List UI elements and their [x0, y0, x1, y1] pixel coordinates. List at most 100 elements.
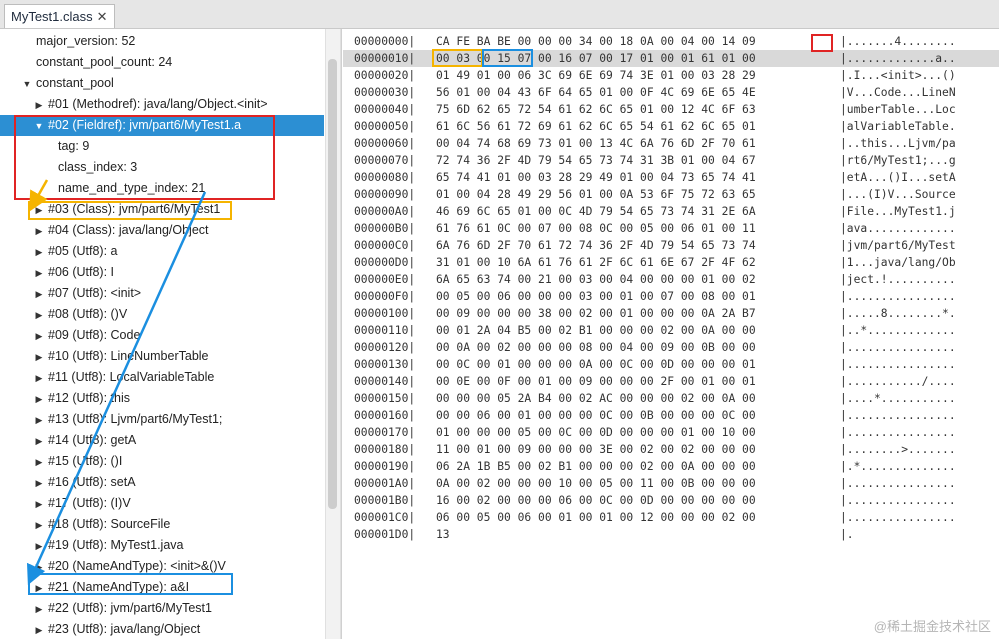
hex-address: 000000E0|	[354, 273, 416, 286]
hex-ascii: |................	[840, 358, 956, 371]
tree-node[interactable]: ▼ #02 (Fieldref): jvm/part6/MyTest1.a	[0, 115, 324, 136]
tree-node[interactable]: ▶ #23 (Utf8): java/lang/Object	[0, 619, 324, 639]
collapsed-arrow-icon[interactable]: ▶	[34, 599, 44, 620]
tree-node[interactable]: constant_pool_count: 24	[0, 52, 324, 73]
hex-row: 00000070| 72 74 36 2F 4D 79 54 65 73 74 3…	[343, 152, 999, 169]
tab-mytest1-class[interactable]: MyTest1.class ✕	[4, 4, 115, 28]
tree-node-label: constant_pool_count: 24	[36, 55, 173, 69]
hex-row: 00000060| 00 04 74 68 69 73 01 00 13 4C 6…	[343, 135, 999, 152]
collapsed-arrow-icon[interactable]: ▶	[34, 326, 44, 347]
hex-row: 00000020| 01 49 01 00 06 3C 69 6E 69 74 3…	[343, 67, 999, 84]
expanded-arrow-icon[interactable]: ▼	[22, 74, 32, 95]
collapsed-arrow-icon[interactable]: ▶	[34, 452, 44, 473]
tree-node[interactable]: ▶ #08 (Utf8): ()V	[0, 304, 324, 325]
collapsed-arrow-icon[interactable]: ▶	[34, 200, 44, 221]
collapsed-arrow-icon[interactable]: ▶	[34, 368, 44, 389]
tree-node[interactable]: ▶ #15 (Utf8): ()I	[0, 451, 324, 472]
collapsed-arrow-icon[interactable]: ▶	[34, 515, 44, 536]
tree-node[interactable]: ▶ #10 (Utf8): LineNumberTable	[0, 346, 324, 367]
hex-address: 000001D0|	[354, 528, 416, 541]
hex-address: 00000050|	[354, 120, 416, 133]
tree-node[interactable]: ▶ #09 (Utf8): Code	[0, 325, 324, 346]
collapsed-arrow-icon[interactable]: ▶	[34, 536, 44, 557]
hex-ascii: |.............a..	[840, 52, 956, 65]
hex-ascii: |alVariableTable.	[840, 120, 956, 133]
tree-node[interactable]: ▶ #06 (Utf8): I	[0, 262, 324, 283]
hex-address: 00000090|	[354, 188, 416, 201]
collapsed-arrow-icon[interactable]: ▶	[34, 494, 44, 515]
tree-node[interactable]: ▶ #13 (Utf8): Ljvm/part6/MyTest1;	[0, 409, 324, 430]
hex-ascii: |etA...()I...setA	[840, 171, 956, 184]
hex-bytes: 06 00 05 00 06 00 01 00 01 00 12 00 00 0…	[436, 511, 756, 524]
hex-bytes: 01 00 00 00 05 00 0C 00 0D 00 00 00 01 0…	[436, 426, 756, 439]
tree-node[interactable]: ▶ #07 (Utf8): <init>	[0, 283, 324, 304]
tree-node[interactable]: ▶ #11 (Utf8): LocalVariableTable	[0, 367, 324, 388]
hex-address: 000001A0|	[354, 477, 416, 490]
hex-ascii: |.I...<init>...()	[840, 69, 956, 82]
tree-node[interactable]: ▶ #04 (Class): java/lang/Object	[0, 220, 324, 241]
collapsed-arrow-icon[interactable]: ▶	[34, 431, 44, 452]
hex-row: 00000180| 11 00 01 00 09 00 00 00 3E 00 0…	[343, 441, 999, 458]
tree-node[interactable]: ▶ #12 (Utf8): this	[0, 388, 324, 409]
collapsed-arrow-icon[interactable]: ▶	[34, 620, 44, 639]
tree-node-label: #09 (Utf8): Code	[48, 328, 141, 342]
tree-scrollbar[interactable]	[325, 29, 341, 639]
collapsed-arrow-icon[interactable]: ▶	[34, 410, 44, 431]
hex-bytes: 00 00 06 00 01 00 00 00 0C 00 0B 00 00 0…	[436, 409, 756, 422]
hex-address: 00000010|	[354, 52, 416, 65]
hex-address: 00000160|	[354, 409, 416, 422]
tree-node[interactable]: ▶ #22 (Utf8): jvm/part6/MyTest1	[0, 598, 324, 619]
collapsed-arrow-icon[interactable]: ▶	[34, 578, 44, 599]
tree-node[interactable]: ▶ #14 (Utf8): getA	[0, 430, 324, 451]
tree-node[interactable]: ▶ #19 (Utf8): MyTest1.java	[0, 535, 324, 556]
tree-node[interactable]: ▶ #01 (Methodref): java/lang/Object.<init…	[0, 94, 324, 115]
hex-bytes: 61 6C 56 61 72 69 61 62 6C 65 54 61 62 6…	[436, 120, 756, 133]
tree-node[interactable]: ▶ #16 (Utf8): setA	[0, 472, 324, 493]
tree-node[interactable]: ▶ #05 (Utf8): a	[0, 241, 324, 262]
collapsed-arrow-icon[interactable]: ▶	[34, 221, 44, 242]
collapsed-arrow-icon[interactable]: ▶	[34, 389, 44, 410]
hex-row: 00000120| 00 0A 00 02 00 00 00 08 00 04 0…	[343, 339, 999, 356]
hex-address: 00000110|	[354, 324, 416, 337]
hex-address: 00000180|	[354, 443, 416, 456]
tree-node[interactable]: ▶ #20 (NameAndType): <init>&()V	[0, 556, 324, 577]
tree-node-label: #17 (Utf8): (I)V	[48, 496, 131, 510]
tree-node[interactable]: ▶ #17 (Utf8): (I)V	[0, 493, 324, 514]
collapsed-arrow-icon[interactable]: ▶	[34, 305, 44, 326]
watermark: @稀土掘金技术社区	[873, 619, 991, 634]
tree-node[interactable]: tag: 9	[0, 136, 324, 157]
collapsed-arrow-icon[interactable]: ▶	[34, 473, 44, 494]
split-divider[interactable]	[341, 29, 342, 639]
hex-ascii: |................	[840, 409, 956, 422]
hex-row: 00000160| 00 00 06 00 01 00 00 00 0C 00 0…	[343, 407, 999, 424]
collapsed-arrow-icon[interactable]: ▶	[34, 95, 44, 116]
collapsed-arrow-icon[interactable]: ▶	[34, 284, 44, 305]
hex-bytes: CA FE BA BE 00 00 00 34 00 18 0A 00 04 0…	[436, 35, 756, 48]
hex-ascii: |.	[840, 528, 854, 541]
collapsed-arrow-icon[interactable]: ▶	[34, 242, 44, 263]
hex-ascii: |................	[840, 477, 956, 490]
hex-row: 000000A0| 46 69 6C 65 01 00 0C 4D 79 54 6…	[343, 203, 999, 220]
collapsed-arrow-icon[interactable]: ▶	[34, 557, 44, 578]
tree-node[interactable]: name_and_type_index: 21	[0, 178, 324, 199]
hex-address: 000000A0|	[354, 205, 416, 218]
tree-node[interactable]: major_version: 52	[0, 31, 324, 52]
hex-address: 00000130|	[354, 358, 416, 371]
tree-node-label: #16 (Utf8): setA	[48, 475, 136, 489]
hex-row: 000001C0| 06 00 05 00 06 00 01 00 01 00 1…	[343, 509, 999, 526]
scrollbar-thumb[interactable]	[328, 59, 337, 509]
hex-ascii: |..*.............	[840, 324, 956, 337]
tree-node[interactable]: ▶ #18 (Utf8): SourceFile	[0, 514, 324, 535]
expanded-arrow-icon[interactable]: ▼	[34, 116, 44, 137]
tree-node[interactable]: ▼ constant_pool	[0, 73, 324, 94]
collapsed-arrow-icon[interactable]: ▶	[34, 263, 44, 284]
tree-node[interactable]: ▶ #03 (Class): jvm/part6/MyTest1	[0, 199, 324, 220]
tree-node[interactable]: class_index: 3	[0, 157, 324, 178]
hex-ascii: |ject.!..........	[840, 273, 956, 286]
collapsed-arrow-icon[interactable]: ▶	[34, 347, 44, 368]
hex-bytes: 06 2A 1B B5 00 02 B1 00 00 00 02 00 0A 0…	[436, 460, 756, 473]
hex-address: 000000B0|	[354, 222, 416, 235]
tree-node[interactable]: ▶ #21 (NameAndType): a&I	[0, 577, 324, 598]
close-icon[interactable]: ✕	[97, 9, 108, 25]
tree-node-label: #11 (Utf8): LocalVariableTable	[48, 370, 215, 384]
